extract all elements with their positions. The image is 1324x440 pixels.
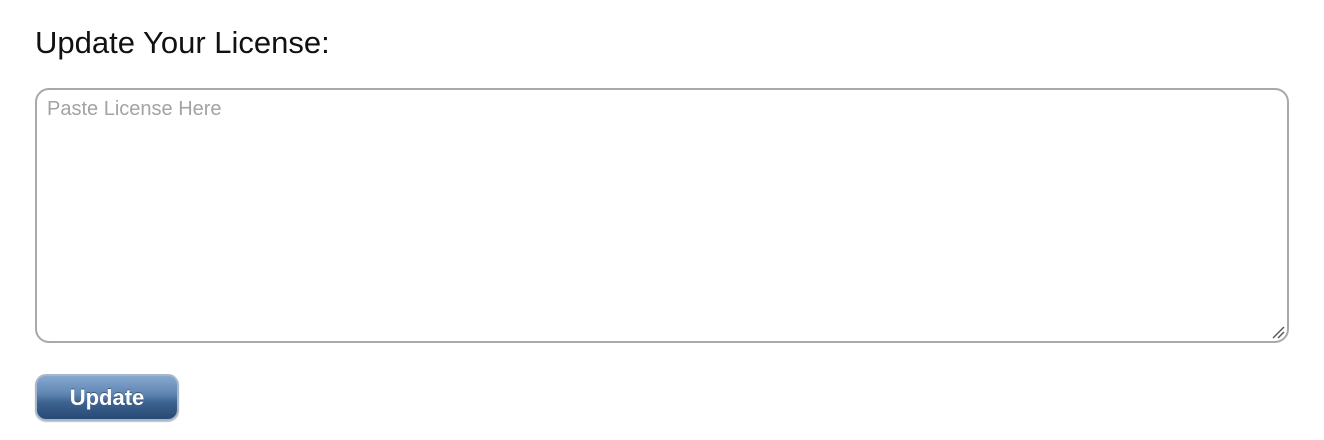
page-title: Update Your License: xyxy=(35,25,330,60)
update-button[interactable]: Update xyxy=(35,374,179,421)
resize-grip-icon[interactable] xyxy=(1271,325,1285,339)
license-textarea[interactable] xyxy=(35,88,1289,343)
